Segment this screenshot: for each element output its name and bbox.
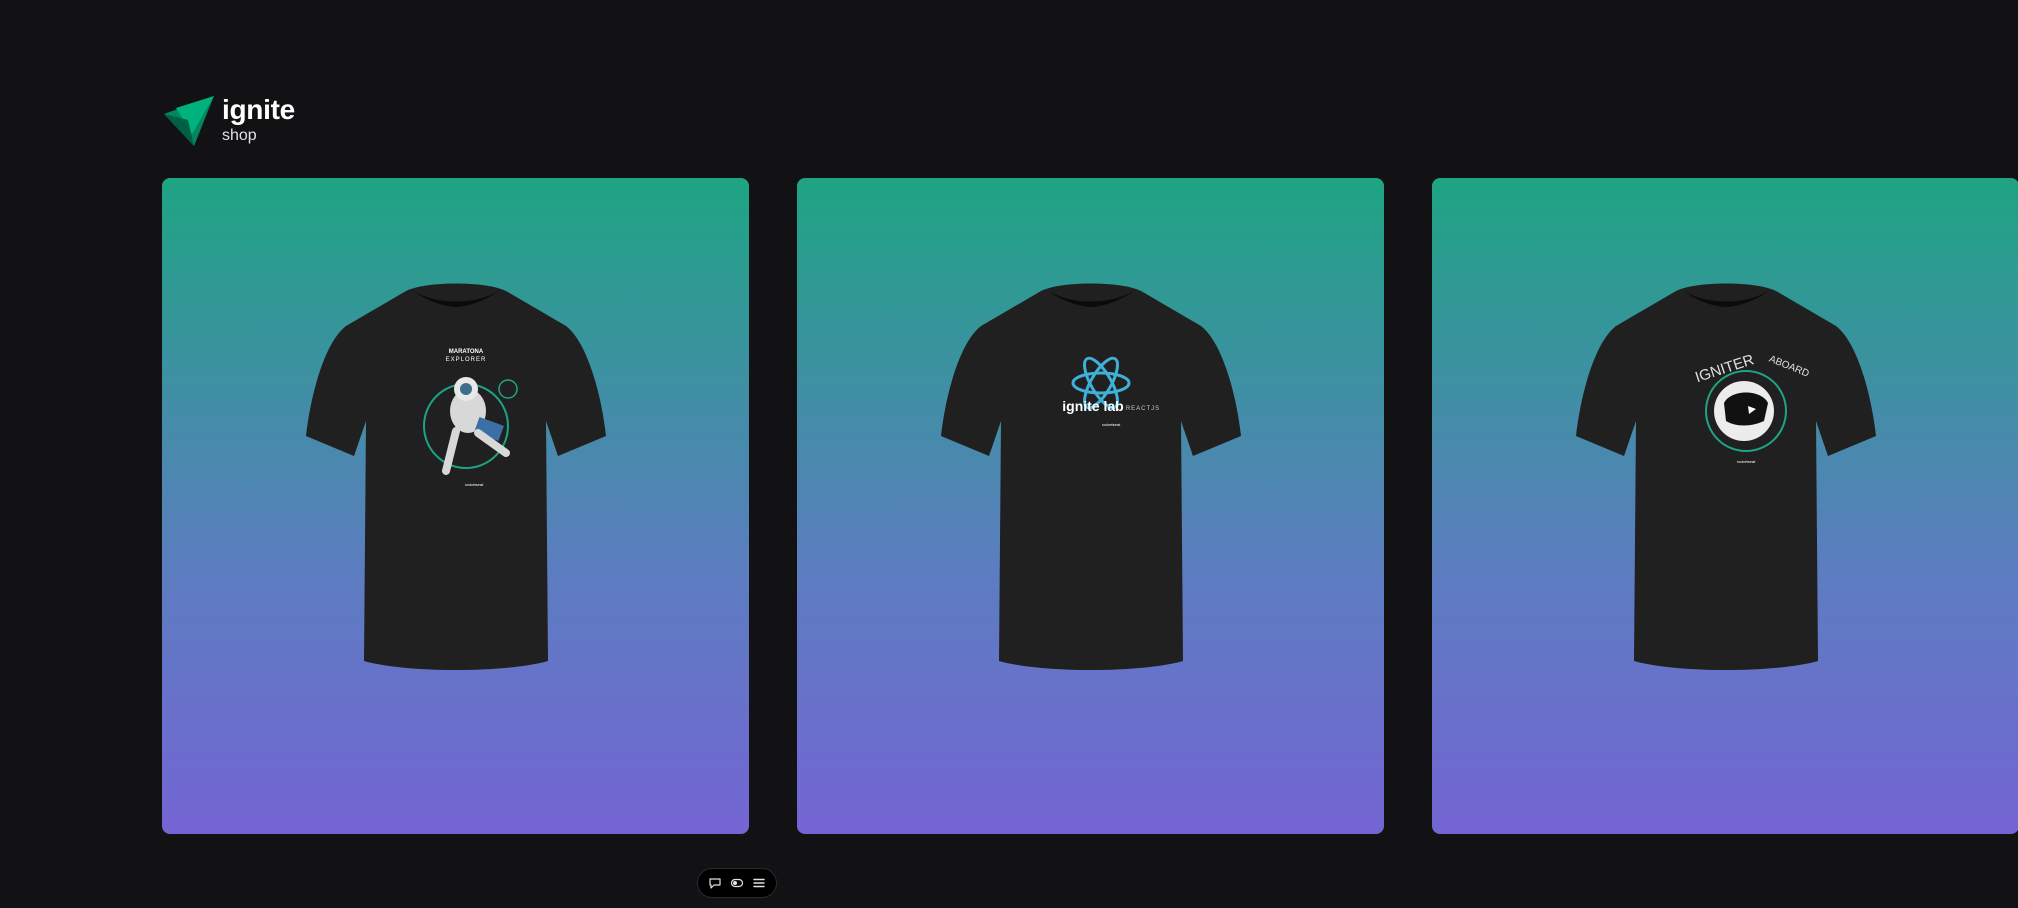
logo-title: ignite [222, 94, 295, 125]
logo-subtitle: shop [222, 127, 257, 144]
shirt-print-line: MARATONA [448, 349, 483, 355]
ignite-logo-icon[interactable] [162, 94, 214, 146]
tshirt-image: MARATONA EXPLORER rocketseat [305, 283, 606, 670]
toggle-icon[interactable] [728, 874, 746, 892]
brand-tag: rocketseat [1101, 422, 1120, 427]
product-card[interactable]: IGNITER ABOARD rocketseat [1432, 178, 2018, 834]
shirt-print-sub: REACTJS [1125, 406, 1159, 412]
header: ignite shop [162, 94, 295, 146]
brand-tag: rocketseat [464, 482, 483, 487]
brand-tag: rocketseat [1736, 459, 1755, 464]
product-card[interactable]: MARATONA EXPLORER rocketseat [162, 178, 749, 834]
shirt-print-line: EXPLORER [445, 357, 486, 363]
tshirt-image: ignite lab REACTJS rocketseat [940, 283, 1241, 670]
tshirt-image: IGNITER ABOARD rocketseat [1575, 283, 1876, 670]
shirt-print-main: ignite lab [1062, 398, 1123, 414]
dev-toolbar [697, 868, 777, 898]
product-card[interactable]: ignite lab REACTJS rocketseat [797, 178, 1384, 834]
comment-icon[interactable] [706, 874, 724, 892]
menu-icon[interactable] [750, 874, 768, 892]
product-carousel: MARATONA EXPLORER rocketseat ignite lab … [162, 178, 2018, 834]
logo-text: ignite shop [222, 96, 295, 144]
helmet-icon [1704, 370, 1787, 452]
